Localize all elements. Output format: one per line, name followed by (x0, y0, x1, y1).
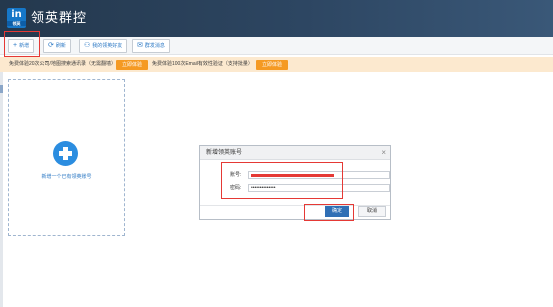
message-icon: ✉ (137, 42, 143, 49)
linkedin-logo-icon: in 领英 (7, 8, 26, 28)
refresh-button-label: 刷新 (55, 43, 66, 49)
add-button-highlight (4, 31, 40, 57)
promo-text-company-search: 免费体验20次公司/地图搜索通讯录（无需翻墙） (9, 61, 116, 67)
friends-icon: ⚇ (84, 42, 91, 49)
form-highlight (221, 162, 343, 199)
my-friends-button[interactable]: ⚇ 我的领英好友 (79, 39, 128, 53)
cancel-button[interactable]: 取消 (358, 206, 386, 217)
promo-text-email-verify: 免费体验100次Email有效性验证（支持批量） (152, 61, 253, 67)
app-title: 领英群控 (31, 10, 88, 25)
add-account-card-label: 新增一个已有领英账号 (41, 174, 92, 180)
left-scroll-knob[interactable] (0, 85, 3, 93)
dialog-header: 新增领英账号 × (200, 146, 390, 160)
try-now-button-email-verify[interactable]: 立即体验 (256, 60, 289, 70)
logo-subtext: 领英 (7, 21, 26, 26)
bulk-message-button-label: 群发消息 (144, 43, 165, 49)
toolbar: + 新增 ⟳ 刷新 ⚇ 我的领英好友 ✉ 群发消息 (0, 37, 553, 55)
try-now-button-company-search[interactable]: 立即体验 (116, 60, 149, 70)
logo-text: in (11, 9, 22, 20)
refresh-icon: ⟳ (48, 42, 54, 49)
refresh-button[interactable]: ⟳ 刷新 (43, 39, 71, 53)
confirm-button-highlight (304, 204, 354, 221)
dialog-title: 新增领英账号 (206, 150, 243, 156)
title-bar: in 领英 领英群控 (0, 0, 553, 37)
left-scroll-strip[interactable] (0, 72, 3, 307)
add-account-card[interactable]: 新增一个已有领英账号 (8, 79, 125, 236)
my-friends-button-label: 我的领英好友 (92, 43, 123, 49)
promo-banner: 免费体验20次公司/地图搜索通讯录（无需翻墙） 立即体验 免费体验100次Ema… (0, 57, 553, 72)
add-circle-icon (53, 141, 78, 166)
close-icon[interactable]: × (381, 147, 386, 158)
bulk-message-button[interactable]: ✉ 群发消息 (132, 39, 170, 53)
